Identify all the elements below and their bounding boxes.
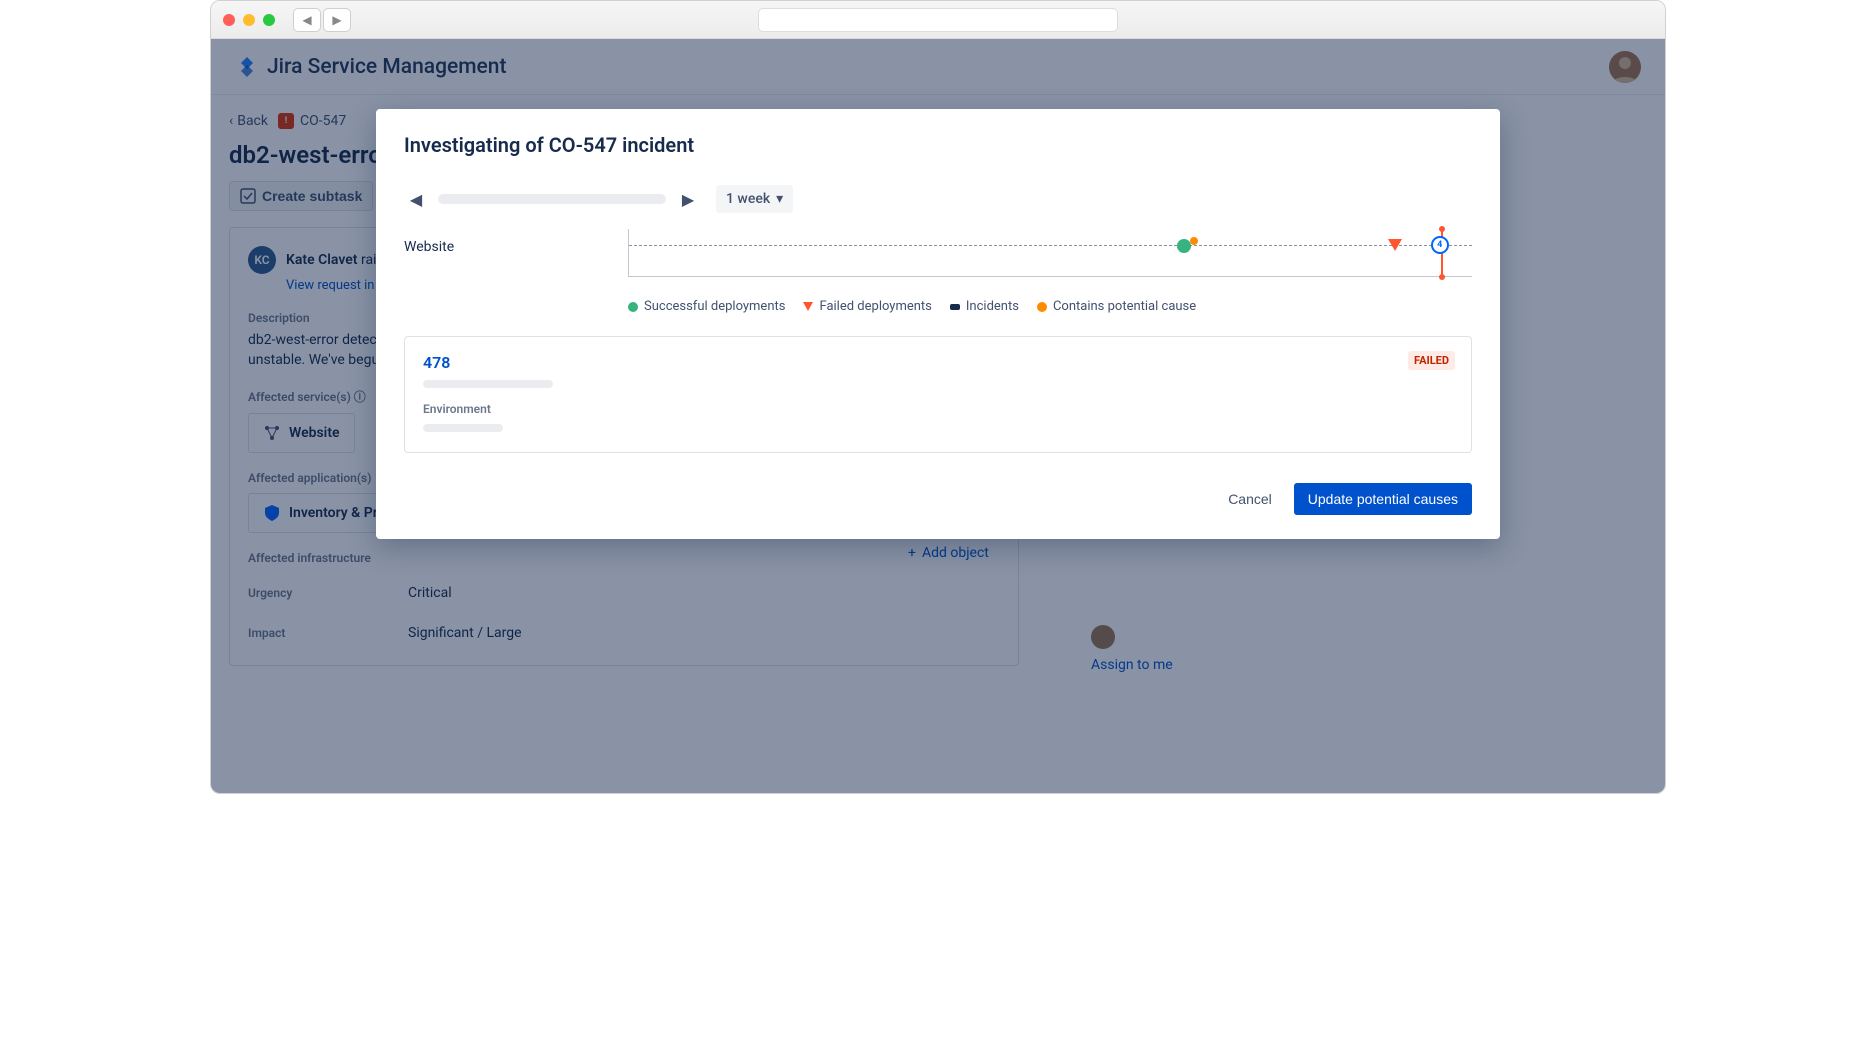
range-select-label: 1 week [726,191,770,207]
range-select[interactable]: 1 week ▾ [716,185,793,213]
deployment-subtitle-placeholder [423,380,553,388]
window-controls [223,14,275,26]
successful-deployment-dot[interactable] [1177,239,1191,253]
timeline-row: Website 4 [404,229,1472,277]
cancel-button[interactable]: Cancel [1214,483,1286,515]
maximize-window-icon[interactable] [263,14,275,26]
timeline-controls: ◀ ▶ 1 week ▾ [404,185,1472,213]
incident-marker[interactable]: 4 [1431,236,1449,254]
legend-failed: Failed deployments [803,299,931,314]
investigation-modal: Investigating of CO-547 incident ◀ ▶ 1 w… [376,109,1500,539]
modal-actions: Cancel Update potential causes [404,483,1472,515]
browser-window: ◀ ▶ Jira Service Management ‹ Back ! CO-… [210,0,1666,794]
legend-successful: Successful deployments [628,299,785,314]
timeline-prev-button[interactable]: ◀ [404,187,428,211]
orange-dot-icon [1037,302,1047,312]
url-bar[interactable] [758,8,1118,32]
deployment-id[interactable]: 478 [423,353,1453,372]
minimize-window-icon[interactable] [243,14,255,26]
legend-potential: Contains potential cause [1037,299,1196,314]
deployment-card[interactable]: 478 Environment FAILED [404,336,1472,453]
green-dot-icon [628,302,638,312]
timeline-dashed-line [629,245,1472,246]
timeline-next-button[interactable]: ▶ [676,187,700,211]
timeline-service-label: Website [404,229,628,255]
forward-button[interactable]: ▶ [323,8,351,32]
timeline-legend: Successful deployments Failed deployment… [628,299,1472,314]
environment-label: Environment [423,402,1453,416]
environment-value-placeholder [423,424,503,432]
modal-title: Investigating of CO-547 incident [404,133,1472,157]
close-window-icon[interactable] [223,14,235,26]
potential-cause-dot[interactable] [1190,237,1198,245]
chevron-down-icon: ▾ [776,191,783,207]
timeline-track[interactable]: 4 [628,229,1472,277]
legend-incidents: Incidents [950,299,1019,314]
failed-deployment-marker[interactable] [1388,239,1402,251]
red-triangle-icon [803,302,813,311]
nav-arrows: ◀ ▶ [293,8,351,32]
titlebar: ◀ ▶ [211,1,1665,39]
update-potential-causes-button[interactable]: Update potential causes [1294,483,1472,515]
bar-icon [950,304,960,310]
deployment-status-badge: FAILED [1408,351,1455,370]
timeline-scrollbar[interactable] [438,194,666,204]
back-button[interactable]: ◀ [293,8,321,32]
